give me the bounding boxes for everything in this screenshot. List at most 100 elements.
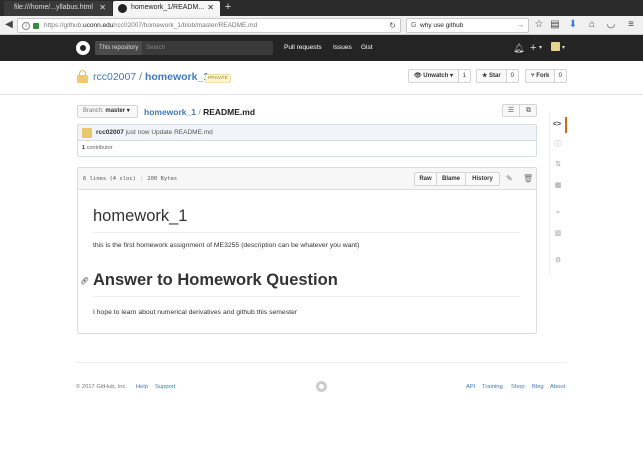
new-tab-button[interactable]: + — [222, 1, 234, 15]
chevron-down-icon[interactable]: ▾ — [539, 42, 542, 54]
branch-select-button[interactable]: Branch: master ▾ — [77, 105, 138, 118]
settings-icon[interactable]: ⚙ — [549, 253, 567, 269]
star-icon[interactable]: ☆ — [533, 18, 545, 32]
avatar[interactable] — [551, 42, 560, 51]
tab-label: homework_1/READM... — [131, 4, 205, 11]
file-box: 6 lines (4 sloc) | 200 Bytes Raw Blame His… — [77, 167, 537, 334]
contributors-bar[interactable]: 1 contributor — [77, 141, 537, 157]
unwatch-button-group: 👁︎ Unwatch ▾ 1 — [408, 69, 471, 83]
github-favicon-icon — [118, 4, 127, 13]
url-bar[interactable]: i https://github.uconn.edu/rcc02007/home… — [17, 18, 401, 33]
history-button[interactable]: History — [466, 173, 499, 185]
browser-tab-syllabus[interactable]: file:///home/...yllabus.html ✕ — [4, 1, 112, 16]
pencil-icon[interactable]: ✎ — [506, 173, 513, 185]
fork-button-group: ⑂ Fork 0 — [525, 69, 567, 83]
github-logo-icon[interactable] — [76, 41, 90, 55]
close-icon[interactable]: ✕ — [99, 1, 106, 15]
footer: © 2017 GitHub, Inc. Help Support API Tra… — [76, 362, 567, 402]
github-search-input[interactable]: This repository Search — [95, 41, 273, 55]
fork-button[interactable]: ⑂ Fork — [526, 70, 556, 82]
pull-request-icon[interactable]: ⇅ — [549, 157, 567, 173]
plus-icon[interactable]: + — [530, 42, 536, 54]
stars-count[interactable]: 0 — [506, 70, 518, 82]
readme-paragraph-1: this is the first homework assignment of… — [93, 242, 360, 249]
breadcrumb-repo-link[interactable]: homework_1 — [144, 107, 196, 117]
branch-value: master — [105, 108, 126, 114]
star-icon: ★ — [482, 73, 490, 79]
browser-tab-readme[interactable]: homework_1/READM... ✕ — [113, 1, 220, 16]
browser-search-box[interactable]: G why use github → — [406, 18, 529, 33]
code-icon[interactable]: <> — [549, 117, 567, 133]
projects-icon[interactable]: ▦ — [549, 178, 567, 194]
breadcrumb: homework_1 / README.md — [144, 107, 255, 117]
footer-link-training[interactable]: Training — [482, 384, 503, 390]
unwatch-button[interactable]: 👁︎ Unwatch ▾ — [409, 70, 459, 82]
clipboard-icon[interactable]: ▤ — [549, 18, 561, 32]
repo-owner-link[interactable]: rcc02007 — [93, 71, 136, 83]
back-icon[interactable]: ◀ — [3, 18, 15, 32]
footer-link-support[interactable]: Support — [155, 384, 175, 390]
list-icon[interactable]: ☰ — [503, 105, 520, 116]
github-logo-icon[interactable] — [316, 381, 327, 392]
reload-icon[interactable]: ↻ — [389, 19, 396, 33]
search-icon: G — [411, 22, 417, 29]
chevron-down-icon[interactable]: ▾ — [562, 42, 565, 54]
readme-heading-2: Answer to Homework Question — [93, 271, 338, 289]
graphs-icon[interactable]: ▥ — [549, 226, 567, 242]
private-badge: PRIVATE — [205, 74, 231, 83]
home-icon[interactable]: ⌂ — [586, 18, 598, 32]
footer-link-shop[interactable]: Shop — [511, 384, 525, 390]
menu-icon[interactable]: ≡ — [625, 18, 637, 32]
download-icon[interactable]: ⬇ — [567, 18, 579, 32]
github-header: This repository Search Pull requests Iss… — [0, 35, 643, 61]
readme-heading-1: homework_1 — [93, 207, 188, 225]
footer-link-help[interactable]: Help — [136, 384, 148, 390]
anchor-link-icon[interactable]: 🔗︎ — [80, 277, 89, 285]
file-view-buttons: Raw Blame History — [414, 172, 500, 186]
pocket-icon[interactable]: ◡ — [605, 18, 617, 32]
repo-title-separator: / — [139, 71, 143, 83]
repo-sidebar: <> ⓘ ⇅ ▦ ⌁ ▥ ⚙ — [549, 113, 567, 275]
nav-pull-requests[interactable]: Pull requests — [284, 44, 322, 51]
commit-summary: rcc02007 just now Update README.md — [96, 125, 213, 141]
star-button-group: ★ Star 0 — [476, 69, 519, 83]
footer-copyright: © 2017 GitHub, Inc. — [76, 384, 127, 390]
file-size: 200 Bytes — [147, 176, 178, 182]
browser-toolbar: ◀ i https://github.uconn.edu/rcc02007/ho… — [0, 16, 643, 35]
nav-gist[interactable]: Gist — [361, 44, 373, 51]
contributors-label: contributor — [86, 145, 113, 151]
branch-key-label: Branch: — [83, 108, 104, 114]
raw-button[interactable]: Raw — [415, 173, 437, 185]
blame-button[interactable]: Blame — [437, 173, 466, 185]
file-header: 6 lines (4 sloc) | 200 Bytes Raw Blame His… — [78, 168, 536, 190]
star-button[interactable]: ★ Star — [477, 70, 507, 82]
trash-icon[interactable]: 🗑︎ — [523, 173, 533, 185]
commit-message-link[interactable]: Update README.md — [151, 129, 212, 136]
search-placeholder: Search — [146, 45, 166, 51]
repo-name-link[interactable]: homework_1 — [145, 71, 209, 83]
url-text: https://github.uconn.edu/rcc02007/homewo… — [44, 22, 258, 29]
info-icon[interactable]: i — [22, 22, 30, 30]
contributors-count: 1 — [82, 145, 86, 151]
nav-issues[interactable]: Issues — [333, 44, 352, 51]
lock-icon — [33, 23, 39, 29]
bell-icon[interactable]: 🔔︎ — [513, 42, 524, 54]
avatar[interactable] — [82, 128, 92, 138]
pulse-icon[interactable]: ⌁ — [549, 205, 567, 221]
footer-link-api[interactable]: API — [466, 384, 475, 390]
commit-author-link[interactable]: rcc02007 — [96, 129, 124, 136]
copy-path-icon[interactable]: ⧉ — [520, 105, 537, 116]
footer-link-about[interactable]: About — [550, 384, 565, 390]
repo-header: rcc02007 / homework_1 PRIVATE 👁︎ Unwatch… — [0, 61, 643, 95]
footer-link-blog[interactable]: Blog — [532, 384, 544, 390]
close-icon[interactable]: ✕ — [207, 1, 214, 15]
issues-icon[interactable]: ⓘ — [549, 137, 567, 153]
forks-count[interactable]: 0 — [554, 70, 566, 82]
file-info: 6 lines (4 sloc) | 200 Bytes — [83, 176, 178, 182]
go-arrow-icon[interactable]: → — [517, 19, 524, 33]
browser-tab-bar: file:///home/...yllabus.html ✕ homework_… — [0, 0, 643, 16]
watchers-count[interactable]: 1 — [458, 70, 470, 82]
heading-divider — [93, 296, 520, 297]
repo-title: rcc02007 / homework_1 — [93, 71, 209, 83]
lock-icon — [77, 70, 88, 83]
